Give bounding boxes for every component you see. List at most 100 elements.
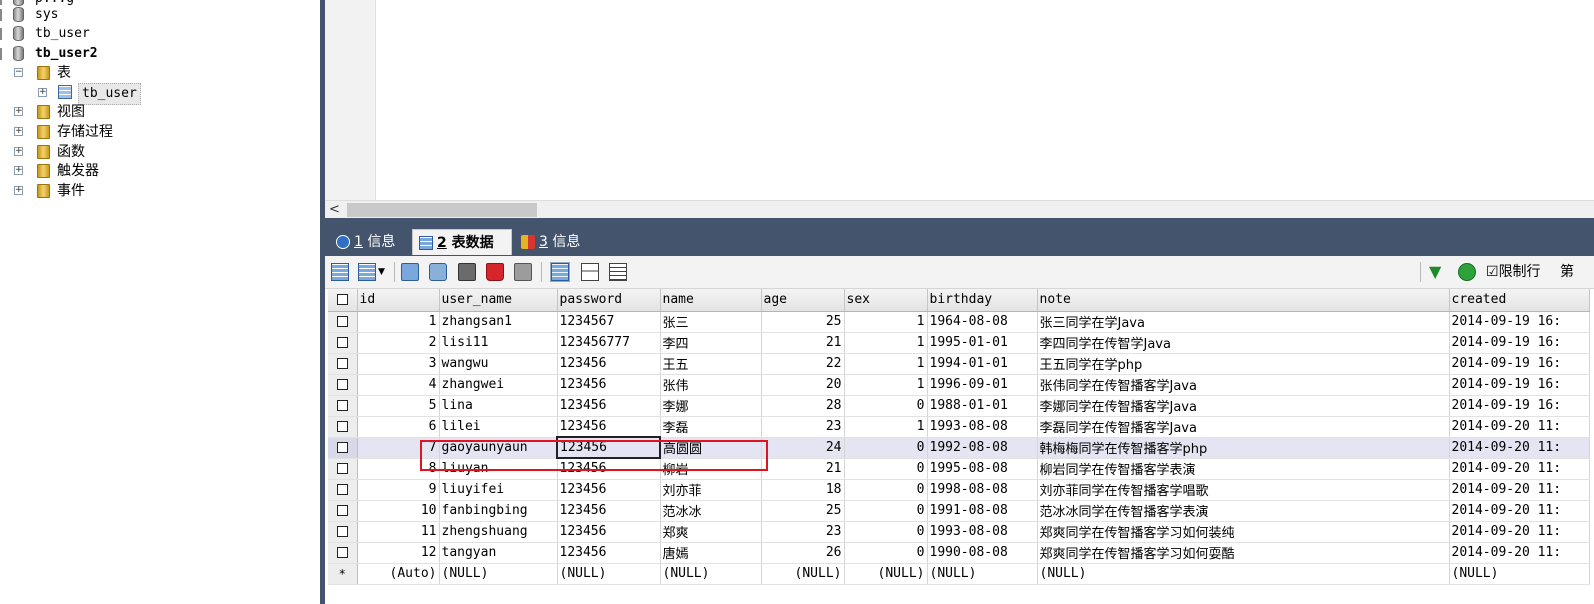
column-header[interactable]: password bbox=[557, 289, 661, 312]
cell-name[interactable]: 张三 bbox=[660, 311, 762, 333]
query-editor[interactable] bbox=[325, 0, 1594, 200]
tab-info-1[interactable]: 1 信息 bbox=[330, 229, 410, 255]
cell-id[interactable]: 11 bbox=[357, 521, 440, 543]
cell-name[interactable]: 唐嫣 bbox=[660, 542, 762, 564]
cell-password[interactable]: 123456 bbox=[557, 542, 661, 564]
cell-created[interactable]: 2014-09-20 11: bbox=[1449, 437, 1590, 459]
tree-item-db-tb-user[interactable]: tb_user bbox=[0, 24, 300, 44]
save-icon[interactable] bbox=[458, 263, 476, 281]
scrollbar-thumb[interactable] bbox=[347, 203, 537, 217]
cell-age[interactable]: 26 bbox=[761, 542, 845, 564]
add-row-icon[interactable] bbox=[331, 263, 349, 281]
cell-sex[interactable]: 0 bbox=[844, 500, 928, 522]
cell-birthday[interactable]: 1995-01-01 bbox=[927, 332, 1038, 354]
tree-item-functions-folder[interactable]: + 函数 bbox=[0, 142, 300, 162]
cell-id[interactable]: 2 bbox=[357, 332, 440, 354]
tree-item-db-tb-user2[interactable]: tb_user2 bbox=[0, 44, 300, 64]
cell-note[interactable]: 范冰冰同学在传智播客学表演 bbox=[1037, 500, 1450, 522]
cell-sex[interactable]: 0 bbox=[844, 437, 928, 459]
cell-created[interactable]: 2014-09-19 16: bbox=[1449, 311, 1590, 333]
insert-row-icon[interactable] bbox=[401, 263, 419, 281]
cell-age[interactable]: 21 bbox=[761, 332, 845, 354]
row-select-checkbox[interactable] bbox=[328, 353, 358, 375]
cell-name[interactable]: 柳岩 bbox=[660, 458, 762, 480]
cell-created[interactable]: 2014-09-20 11: bbox=[1449, 458, 1590, 480]
scroll-left-icon[interactable]: < bbox=[329, 202, 340, 217]
cell-password[interactable]: 123456777 bbox=[557, 332, 661, 354]
cell-user_name[interactable]: lina bbox=[439, 395, 558, 417]
cell-age[interactable]: 23 bbox=[761, 521, 845, 543]
cell-age[interactable]: 22 bbox=[761, 353, 845, 375]
row-select-checkbox[interactable] bbox=[328, 395, 358, 417]
column-header[interactable]: birthday bbox=[927, 289, 1038, 312]
cell-user_name[interactable]: liuyifei bbox=[439, 479, 558, 501]
cell-created[interactable]: 2014-09-19 16: bbox=[1449, 353, 1590, 375]
cell-user_name[interactable]: fanbingbing bbox=[439, 500, 558, 522]
cell-user_name[interactable]: lisi11 bbox=[439, 332, 558, 354]
collapse-icon[interactable]: − bbox=[14, 68, 23, 77]
new-row-cell-sex[interactable]: (NULL) bbox=[844, 563, 928, 585]
cell-birthday[interactable]: 1996-09-01 bbox=[927, 374, 1038, 396]
select-all-checkbox[interactable] bbox=[328, 289, 358, 312]
cell-id[interactable]: 1 bbox=[357, 311, 440, 333]
cell-password[interactable]: 123456 bbox=[556, 436, 661, 459]
cancel-changes-icon[interactable] bbox=[514, 263, 532, 281]
cell-password[interactable]: 123456 bbox=[557, 416, 661, 438]
cell-name[interactable]: 王五 bbox=[660, 353, 762, 375]
row-select-checkbox[interactable] bbox=[328, 416, 358, 438]
cell-birthday[interactable]: 1993-08-08 bbox=[927, 416, 1038, 438]
table-row[interactable]: 3 wangwu 123456 王五 22 1 1994-01-01 王五同学在学php 201… bbox=[328, 353, 1590, 375]
new-row-cell-note[interactable]: (NULL) bbox=[1037, 563, 1450, 585]
expand-icon[interactable]: + bbox=[14, 107, 23, 116]
cell-created[interactable]: 2014-09-20 11: bbox=[1449, 500, 1590, 522]
tree-item-db-sys[interactable]: sys bbox=[0, 5, 300, 25]
cell-user_name[interactable]: tangyan bbox=[439, 542, 558, 564]
cell-name[interactable]: 刘亦菲 bbox=[660, 479, 762, 501]
filter-icon[interactable]: ▼ bbox=[1429, 263, 1441, 281]
cell-id[interactable]: 3 bbox=[357, 353, 440, 375]
cell-password[interactable]: 123456 bbox=[557, 521, 661, 543]
cell-id[interactable]: 9 bbox=[357, 479, 440, 501]
cell-birthday[interactable]: 1993-08-08 bbox=[927, 521, 1038, 543]
cell-name[interactable]: 张伟 bbox=[660, 374, 762, 396]
cell-sex[interactable]: 0 bbox=[844, 542, 928, 564]
new-row-cell-user_name[interactable]: (NULL) bbox=[439, 563, 558, 585]
table-row[interactable]: 2 lisi11 123456777 李四 21 1 1995-01-01 李四同学在传智学J… bbox=[328, 332, 1590, 354]
cell-note[interactable]: 王五同学在学php bbox=[1037, 353, 1450, 375]
cell-created[interactable]: 2014-09-20 11: bbox=[1449, 479, 1590, 501]
cell-note[interactable]: 柳岩同学在传智播客学表演 bbox=[1037, 458, 1450, 480]
expand-icon[interactable]: + bbox=[14, 186, 23, 195]
column-header[interactable]: age bbox=[761, 289, 845, 312]
new-row-cell-id[interactable]: (Auto) bbox=[357, 563, 440, 585]
tree-item-triggers-folder[interactable]: + 触发器 bbox=[0, 161, 300, 181]
form-view-icon[interactable] bbox=[581, 263, 599, 281]
cell-created[interactable]: 2014-09-19 16: bbox=[1449, 374, 1590, 396]
cell-note[interactable]: 张伟同学在传智播客学Java bbox=[1037, 374, 1450, 396]
cell-user_name[interactable]: lilei bbox=[439, 416, 558, 438]
cell-id[interactable]: 8 bbox=[357, 458, 440, 480]
cell-name[interactable]: 郑爽 bbox=[660, 521, 762, 543]
cell-user_name[interactable]: liuyan bbox=[439, 458, 558, 480]
cell-sex[interactable]: 1 bbox=[844, 374, 928, 396]
cell-password[interactable]: 123456 bbox=[557, 395, 661, 417]
cell-note[interactable]: 郑爽同学在传智播客学习如何耍酷 bbox=[1037, 542, 1450, 564]
cell-id[interactable]: 5 bbox=[357, 395, 440, 417]
row-select-checkbox[interactable] bbox=[328, 458, 358, 480]
expand-icon[interactable]: + bbox=[38, 88, 47, 97]
expand-icon[interactable]: + bbox=[14, 127, 23, 136]
column-header[interactable]: sex bbox=[844, 289, 928, 312]
cell-created[interactable]: 2014-09-19 16: bbox=[1449, 332, 1590, 354]
row-select-checkbox[interactable] bbox=[328, 311, 358, 333]
cell-user_name[interactable]: wangwu bbox=[439, 353, 558, 375]
cell-id[interactable]: 6 bbox=[357, 416, 440, 438]
cell-user_name[interactable]: gaoyaunyaun bbox=[439, 437, 558, 459]
cell-sex[interactable]: 0 bbox=[844, 458, 928, 480]
cell-sex[interactable]: 1 bbox=[844, 416, 928, 438]
cell-age[interactable]: 21 bbox=[761, 458, 845, 480]
new-row-cell-created[interactable]: (NULL) bbox=[1449, 563, 1590, 585]
table-row[interactable]: 10 fanbingbing 123456 范冰冰 25 0 1991-08-08 范冰冰同学… bbox=[328, 500, 1590, 522]
table-row[interactable]: 5 lina 123456 李娜 28 0 1988-01-01 李娜同学在传智播客学Java… bbox=[328, 395, 1590, 417]
cell-note[interactable]: 李磊同学在传智播客学Java bbox=[1037, 416, 1450, 438]
cell-created[interactable]: 2014-09-20 11: bbox=[1449, 416, 1590, 438]
editor-horizontal-scrollbar[interactable]: < bbox=[325, 200, 1594, 219]
